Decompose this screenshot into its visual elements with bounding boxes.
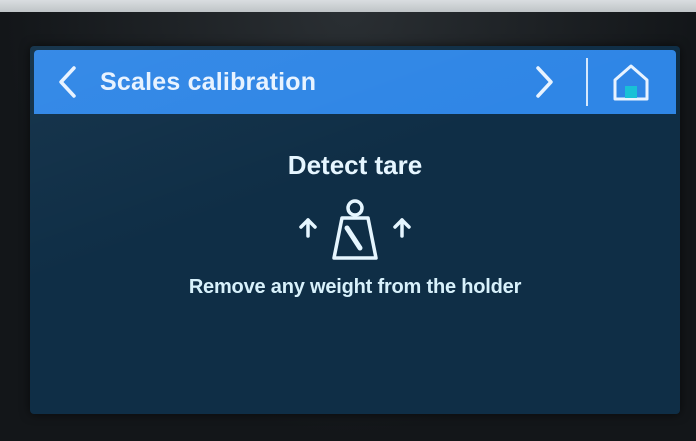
wall-background — [0, 0, 696, 12]
header-bar: Scales calibration — [34, 50, 676, 114]
chevron-left-icon — [59, 66, 76, 98]
instruction-text: Remove any weight from the holder — [188, 276, 522, 298]
next-button[interactable] — [524, 60, 564, 104]
home-button[interactable] — [606, 58, 656, 106]
header-divider — [586, 58, 588, 106]
back-button[interactable] — [48, 60, 88, 104]
chevron-right-icon — [536, 66, 553, 98]
step-heading: Detect tare — [287, 150, 423, 180]
page-title: Scales calibration — [100, 68, 317, 96]
weight-removal-icon — [299, 199, 411, 260]
device-screen: Scales calibration Detect tare Remove an… — [30, 46, 680, 414]
home-icon — [613, 64, 649, 101]
